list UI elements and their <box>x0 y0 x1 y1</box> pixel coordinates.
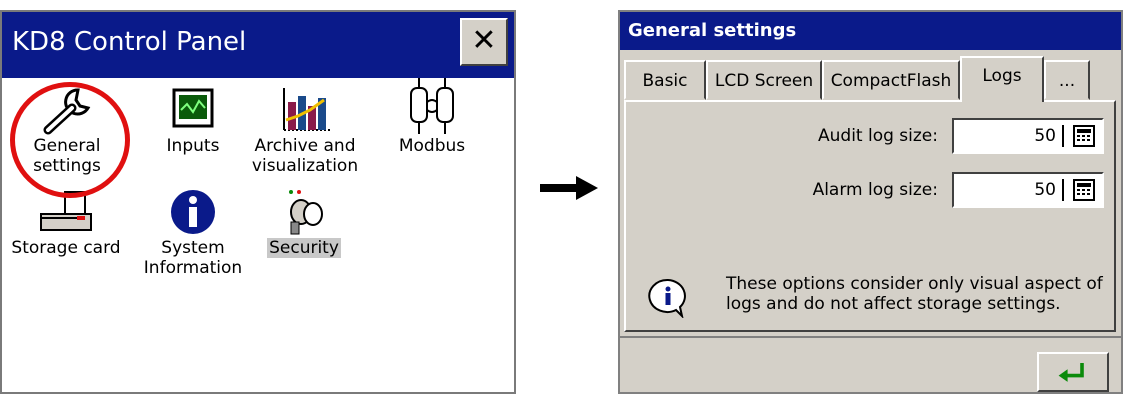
tab-basic[interactable]: Basic <box>624 60 706 100</box>
general-settings-window: General settings Basic LCD Screen Compac… <box>618 10 1123 394</box>
cp-item-security[interactable]: Security <box>254 188 354 258</box>
cp-item-label: Storage card <box>11 238 121 258</box>
cp-item-label: Modbus <box>398 136 466 156</box>
tab-logs[interactable]: Logs <box>960 56 1044 102</box>
info-icon <box>171 190 215 234</box>
highlight-circle <box>10 82 130 198</box>
keys-icon <box>289 190 323 235</box>
general-settings-title: General settings <box>628 20 797 41</box>
alarm-log-size-label: Alarm log size: <box>812 180 938 200</box>
audit-log-size-value: 50 <box>1034 126 1056 146</box>
tab-compactflash[interactable]: CompactFlash <box>822 60 960 100</box>
cp-item-inputs[interactable]: Inputs <box>138 86 248 156</box>
right-arrow-icon <box>540 176 598 200</box>
enter-arrow-icon <box>1058 363 1084 382</box>
cp-item-modbus[interactable]: Modbus <box>382 76 482 156</box>
info-message: These options consider only visual aspec… <box>726 274 1103 314</box>
close-button[interactable]: ✕ <box>460 18 508 66</box>
ok-button[interactable] <box>1037 352 1109 392</box>
bar-chart-icon <box>283 88 330 131</box>
cp-item-label: Security <box>267 238 341 258</box>
control-panel-window: KD8 Control Panel ✕ General settings Inp… <box>0 10 516 394</box>
control-panel-titlebar: KD8 Control Panel ✕ <box>2 12 514 78</box>
cp-item-storage-card[interactable]: Storage card <box>6 188 126 258</box>
bottom-bar <box>620 336 1121 396</box>
logs-panel: Audit log size: 50 Alarm log size: 50 Th… <box>624 100 1116 332</box>
calculator-icon[interactable] <box>1062 179 1098 201</box>
tab-label: Logs <box>982 66 1022 86</box>
audit-log-size-label: Audit log size: <box>818 126 938 146</box>
tab-more[interactable]: ... <box>1044 60 1090 100</box>
tab-lcd-screen[interactable]: LCD Screen <box>706 60 822 100</box>
control-panel-title: KD8 Control Panel <box>12 27 247 57</box>
alarm-log-size-field[interactable]: 50 <box>952 172 1104 208</box>
tab-label: ... <box>1058 71 1076 91</box>
close-icon: ✕ <box>471 23 497 58</box>
audit-log-size-field[interactable]: 50 <box>952 118 1104 154</box>
tab-label: CompactFlash <box>830 71 952 91</box>
calculator-icon[interactable] <box>1062 125 1098 147</box>
info-bubble-icon <box>648 278 686 318</box>
cp-item-label: Inputs <box>166 136 220 156</box>
cp-item-system-information[interactable]: System Information <box>138 188 248 278</box>
general-settings-titlebar: General settings <box>620 12 1121 50</box>
tab-label: Basic <box>642 71 688 91</box>
network-plug-icon <box>410 78 454 134</box>
cp-item-label: Archive and visualization <box>251 136 359 176</box>
alarm-log-size-value: 50 <box>1034 180 1056 200</box>
cp-item-label: System Information <box>143 238 243 278</box>
tab-label: LCD Screen <box>714 71 814 91</box>
monitor-signal-icon <box>172 88 214 128</box>
cp-item-archive-and-visualization[interactable]: Archive and visualization <box>240 86 370 176</box>
